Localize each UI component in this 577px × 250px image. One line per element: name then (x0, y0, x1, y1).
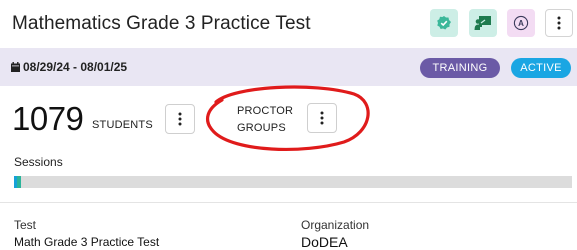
students-label: STUDENTS (92, 119, 153, 131)
test-header: Mathematics Grade 3 Practice Test A (0, 0, 577, 48)
present-button[interactable] (469, 9, 497, 37)
accommodation-icon: A (513, 15, 529, 31)
test-value: Math Grade 3 Practice Test (14, 235, 160, 249)
presentation-icon (474, 16, 491, 30)
organization-value: DoDEA (301, 234, 348, 250)
kebab-icon (178, 112, 182, 126)
students-menu-button[interactable] (165, 104, 195, 134)
accommodation-letter: A (518, 19, 524, 28)
sessions-progress-fill (14, 176, 21, 188)
red-circle-annotation (205, 85, 370, 152)
accommodations-button[interactable]: A (507, 9, 535, 37)
sessions-label: Sessions (14, 155, 63, 169)
training-badge: TRAINING (420, 58, 500, 78)
active-badge: ACTIVE (511, 58, 571, 78)
verified-button[interactable] (430, 9, 458, 37)
check-badge-icon (437, 16, 451, 30)
test-label: Test (14, 218, 37, 232)
kebab-icon (557, 16, 561, 30)
header-more-button[interactable] (545, 9, 573, 37)
student-count: 1079 (12, 100, 84, 137)
divider (0, 202, 577, 203)
calendar-icon (11, 62, 20, 72)
organization-label: Organization (301, 218, 370, 232)
page-title: Mathematics Grade 3 Practice Test (12, 13, 311, 34)
sessions-progress-bar (14, 176, 572, 188)
date-range: 08/29/24 - 08/01/25 (23, 60, 128, 74)
